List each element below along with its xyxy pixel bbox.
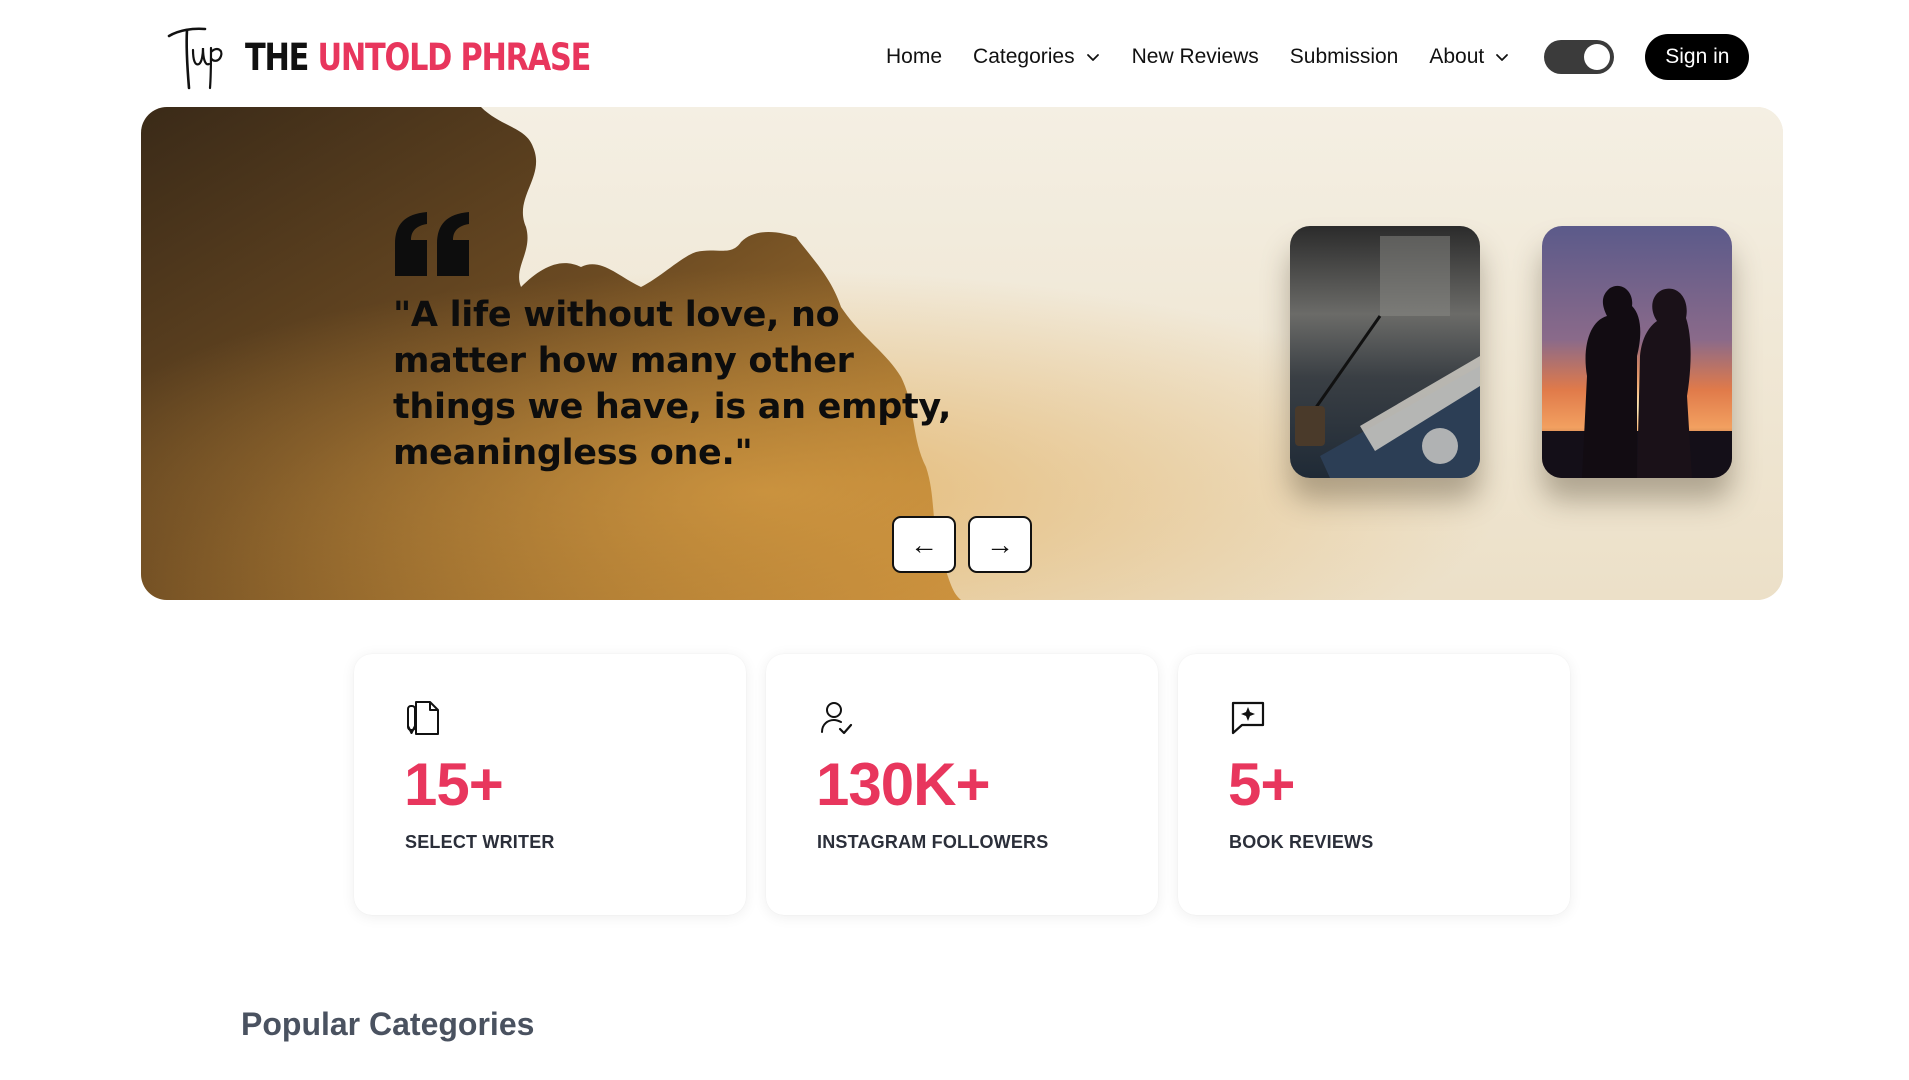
stat-card-reviews: 5+ BOOK REVIEWS [1178, 654, 1570, 915]
site-header: THE UNTOLD PHRASE Home Categories New Re… [0, 0, 1909, 107]
stat-label: SELECT WRITER [405, 832, 555, 852]
main-nav: Home Categories New Reviews Submission A… [886, 34, 1750, 80]
site-logo[interactable]: THE UNTOLD PHRASE [165, 24, 666, 90]
couple-sunset-photo[interactable] [1542, 226, 1732, 478]
nav-about-label: About [1429, 45, 1485, 68]
writing-desk-photo[interactable] [1290, 226, 1480, 478]
stat-value: 130K+ [816, 751, 990, 818]
nav-submission-label: Submission [1289, 45, 1399, 68]
message-sparkle-icon [1231, 701, 1265, 735]
popular-categories-title: Popular Categories [241, 1006, 535, 1042]
brand-name-part1: THE [245, 35, 309, 79]
hero-background-image [141, 107, 1783, 600]
brand-name-part2: UNTOLD PHRASE [317, 35, 591, 79]
slider-prev-button[interactable]: ← [892, 516, 956, 573]
theme-toggle[interactable] [1544, 40, 1615, 74]
nav-new-reviews-label: New Reviews [1131, 45, 1259, 68]
nav-submission[interactable]: Submission [1290, 45, 1399, 69]
stat-label: BOOK REVIEWS [1229, 832, 1374, 852]
stat-card-followers: 130K+ INSTAGRAM FOLLOWERS [766, 654, 1158, 915]
couple-sunset-image [1542, 226, 1732, 478]
stat-value: 5+ [1228, 751, 1295, 818]
nav-about[interactable]: About [1429, 45, 1510, 69]
stat-card-writers: 15+ SELECT WRITER [354, 654, 746, 915]
chevron-down-icon [1085, 49, 1101, 65]
nav-new-reviews[interactable]: New Reviews [1132, 45, 1259, 69]
nav-categories-label: Categories [973, 45, 1075, 68]
sign-in-button[interactable]: Sign in [1645, 34, 1750, 80]
slider-next-button[interactable]: → [968, 516, 1032, 573]
quote-icon [395, 212, 469, 276]
writing-desk-image [1290, 226, 1480, 478]
brand-name: THE UNTOLD PHRASE [245, 35, 591, 79]
hero-slider: "A life without love, no matter how many… [141, 107, 1783, 600]
nav-home[interactable]: Home [886, 45, 942, 69]
toggle-knob [1584, 44, 1611, 70]
user-check-icon [821, 702, 853, 735]
chevron-down-icon [1494, 49, 1510, 65]
hero-quote: "A life without love, no matter how many… [393, 295, 952, 473]
stat-label: INSTAGRAM FOLLOWERS [817, 832, 1049, 852]
nav-home-label: Home [886, 45, 943, 68]
document-pen-icon [407, 701, 439, 735]
nav-categories[interactable]: Categories [973, 45, 1101, 69]
stat-value: 15+ [404, 751, 504, 818]
logo-mark-icon [167, 27, 223, 90]
